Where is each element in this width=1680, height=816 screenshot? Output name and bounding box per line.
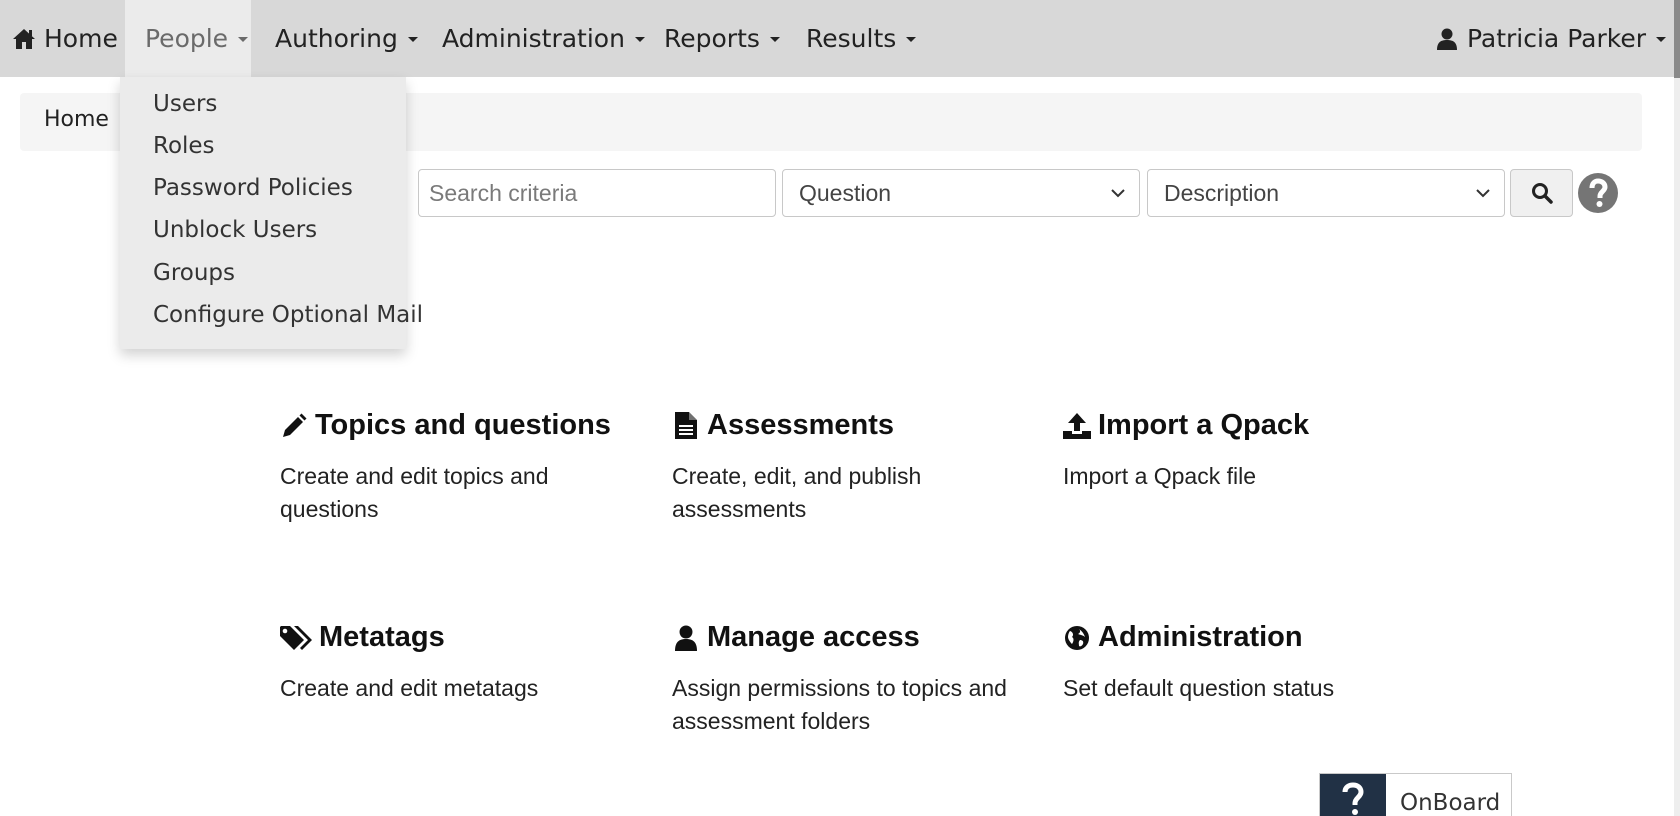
chevron-down-icon [1111, 189, 1125, 198]
onboard-label: OnBoard [1400, 790, 1501, 816]
tile-description: Set default question status [1063, 675, 1335, 701]
tile-title-manage-access[interactable]: Manage access [672, 621, 1042, 654]
search-button[interactable] [1510, 169, 1573, 217]
nav-authoring[interactable]: Authoring [275, 0, 418, 77]
tile-assessments: Assessments Create, edit, and publish as… [672, 409, 1042, 526]
menu-item-configure-optional-mail[interactable]: Configure Optional Mail [153, 302, 423, 328]
scrollbar-track[interactable] [1674, 0, 1680, 816]
upload-icon [1063, 412, 1091, 440]
nav-reports[interactable]: Reports [664, 0, 780, 77]
nav-user-label: Patricia Parker [1466, 24, 1646, 53]
tile-title-topics-and-questions[interactable]: Topics and questions [280, 409, 650, 442]
question-mark-icon [1320, 774, 1386, 816]
help-icon[interactable] [1577, 172, 1619, 214]
menu-item-password-policies[interactable]: Password Policies [153, 175, 353, 201]
onboard-widget[interactable]: OnBoard [1319, 773, 1512, 816]
tile-manage-access: Manage access Assign permissions to topi… [672, 621, 1042, 738]
nav-results-label: Results [806, 24, 897, 53]
user-icon [1435, 27, 1459, 51]
nav-people-label: People [145, 24, 229, 53]
scrollbar-thumb[interactable] [1674, 0, 1680, 78]
nav-authoring-label: Authoring [275, 24, 398, 53]
nav-people[interactable]: People [125, 0, 251, 77]
tags-icon [280, 624, 312, 652]
nav-home[interactable]: Home [12, 0, 118, 77]
document-icon [672, 412, 700, 440]
menu-item-users[interactable]: Users [153, 91, 217, 117]
home-icon [12, 27, 36, 51]
menu-item-unblock-users[interactable]: Unblock Users [153, 217, 317, 243]
search-input[interactable] [418, 169, 776, 217]
nav-user-menu[interactable]: Patricia Parker [1435, 0, 1666, 77]
tile-metatags: Metatags Create and edit metatags [280, 621, 650, 705]
caret-down-icon [238, 37, 249, 42]
nav-administration[interactable]: Administration [442, 0, 645, 77]
chevron-down-icon [1476, 189, 1490, 198]
search-icon [1531, 183, 1553, 204]
search-field-select[interactable]: Description [1147, 169, 1505, 217]
nav-reports-label: Reports [664, 24, 760, 53]
nav-results[interactable]: Results [806, 0, 917, 77]
tile-description: Assign permissions to topics and assessm… [672, 675, 1007, 734]
people-dropdown-menu: Users Roles Password Policies Unblock Us… [120, 77, 423, 349]
pencil-icon [280, 412, 308, 440]
tile-topics-and-questions: Topics and questions Create and edit top… [280, 409, 650, 526]
user-icon [672, 624, 700, 652]
tile-import-qpack: Import a Qpack Import a Qpack file [1063, 409, 1433, 493]
caret-down-icon [1656, 37, 1666, 42]
tile-title-import-qpack[interactable]: Import a Qpack [1063, 409, 1433, 442]
tile-description: Create and edit topics and questions [280, 463, 549, 522]
tile-title-administration[interactable]: Administration [1063, 621, 1433, 654]
caret-down-icon [769, 37, 780, 42]
globe-icon [1063, 624, 1091, 652]
search-type-value: Question [799, 179, 892, 206]
tile-description: Import a Qpack file [1063, 463, 1257, 489]
tile-title-metatags[interactable]: Metatags [280, 621, 650, 654]
breadcrumb-home-link[interactable]: Home [44, 107, 109, 132]
tile-administration: Administration Set default question stat… [1063, 621, 1433, 705]
search-type-select[interactable]: Question [782, 169, 1140, 217]
tile-description: Create, edit, and publish assessments [672, 463, 922, 522]
menu-item-groups[interactable]: Groups [153, 260, 235, 286]
nav-home-label: Home [44, 24, 118, 53]
caret-down-icon [906, 37, 917, 42]
tile-title-assessments[interactable]: Assessments [672, 409, 1042, 442]
menu-item-roles[interactable]: Roles [153, 133, 215, 159]
tile-description: Create and edit metatags [280, 675, 539, 701]
caret-down-icon [634, 37, 645, 42]
nav-administration-label: Administration [442, 24, 625, 53]
top-navbar: Home People Authoring Administration Rep… [0, 0, 1680, 77]
caret-down-icon [407, 37, 418, 42]
search-field-value: Description [1164, 179, 1280, 206]
